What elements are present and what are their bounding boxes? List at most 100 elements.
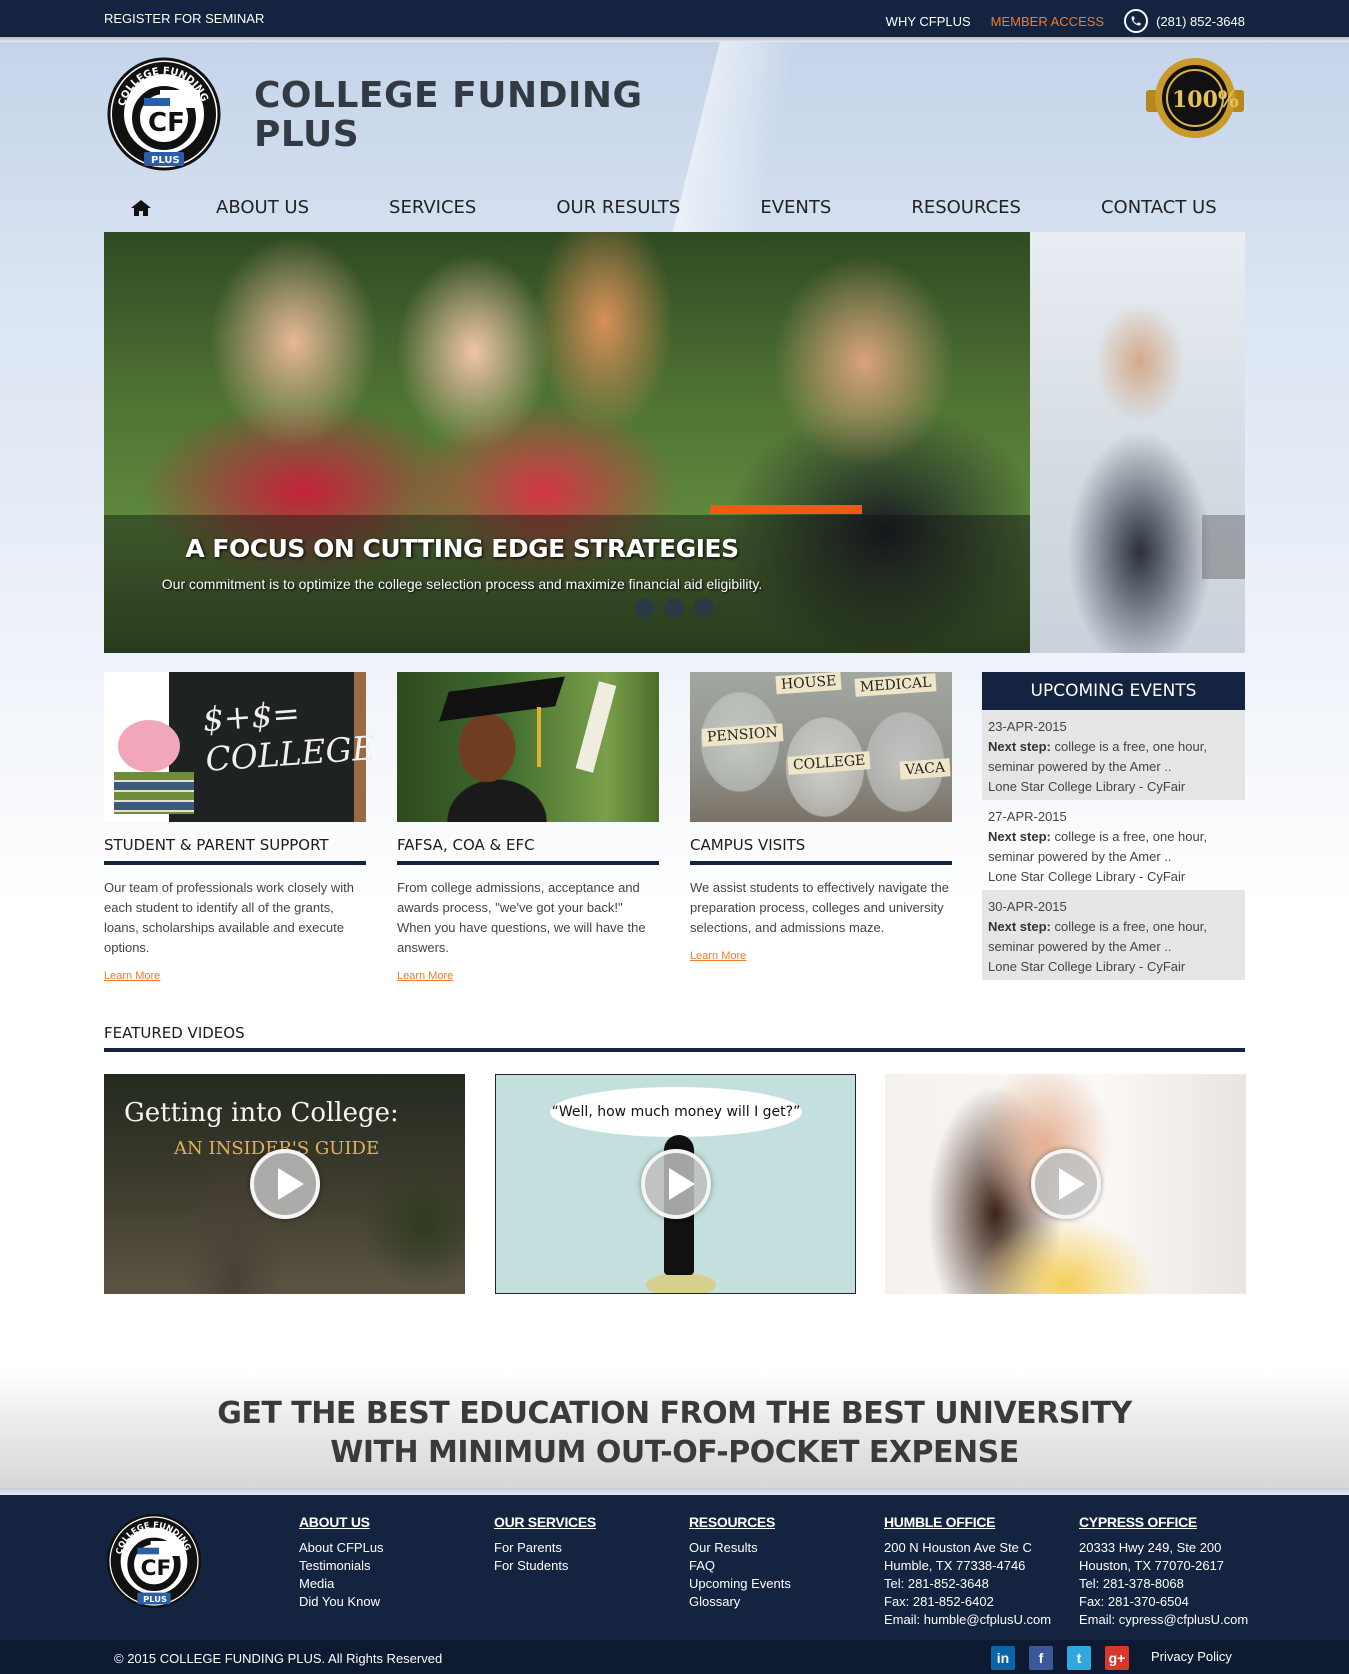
top-bar-right: WHY CFPLUS MEMBER ACCESS (281) 852-3648 <box>886 9 1245 33</box>
privacy-policy-link[interactable]: Privacy Policy <box>1151 1649 1232 1664</box>
site-logo[interactable]: COLLEGE FUNDING CF PLUS <box>104 56 224 172</box>
nav-contact-us[interactable]: CONTACT US <box>1101 197 1217 218</box>
svg-text:CF: CF <box>141 1556 172 1581</box>
piggy-bank-shape <box>118 720 180 772</box>
event-item[interactable]: 23-APR-2015 Next step: college is a free… <box>982 710 1245 800</box>
learn-more-link[interactable]: Learn More <box>397 970 659 982</box>
upcoming-events-panel: UPCOMING EVENTS 23-APR-2015 Next step: c… <box>982 672 1245 980</box>
footer-logo[interactable]: COLLEGE FUNDING CF PLUS <box>104 1512 204 1610</box>
nav-about-us[interactable]: ABOUT US <box>216 197 309 218</box>
office-address-line: 20333 Hwy 249, Ste 200 <box>1079 1540 1222 1555</box>
slider-dot-3[interactable] <box>694 598 714 618</box>
play-icon[interactable] <box>1030 1149 1101 1219</box>
facebook-icon[interactable]: f <box>1029 1646 1053 1670</box>
event-location: Lone Star College Library - CyFair <box>988 869 1186 884</box>
event-date: 23-APR-2015 <box>988 719 1067 734</box>
office-email[interactable]: Email: cypress@cfplusU.com <box>1079 1611 1248 1629</box>
phone-number: (281) 852-3648 <box>1156 13 1245 29</box>
event-item[interactable]: 27-APR-2015 Next step: college is a free… <box>982 800 1245 890</box>
footer-heading[interactable]: RESOURCES <box>689 1513 791 1531</box>
events-title: UPCOMING EVENTS <box>982 672 1245 710</box>
event-description: Next step: college is a free, one hour, … <box>988 737 1239 777</box>
slide-subtitle: Our commitment is to optimize the colleg… <box>161 576 763 592</box>
nav-services[interactable]: SERVICES <box>389 197 476 218</box>
linkedin-icon[interactable]: in <box>991 1646 1015 1670</box>
footer-link[interactable]: Media <box>299 1575 384 1593</box>
feature-title: STUDENT & PARENT SUPPORT <box>104 836 366 865</box>
google-plus-icon[interactable]: g+ <box>1105 1646 1129 1670</box>
satisfaction-seal: 100% <box>1146 56 1244 140</box>
video-title-line-1: Getting into College: <box>124 1098 399 1128</box>
slide-accent-bar <box>710 505 862 514</box>
learn-more-link[interactable]: Learn More <box>690 950 952 962</box>
feature-text: We assist students to effectively naviga… <box>690 880 949 935</box>
footer-bottom-bar: © 2015 COLLEGE FUNDING PLUS. All Rights … <box>0 1640 1349 1674</box>
event-item[interactable]: 30-APR-2015 Next step: college is a free… <box>982 890 1245 980</box>
footer-heading[interactable]: OUR SERVICES <box>494 1513 596 1531</box>
learn-more-link[interactable]: Learn More <box>104 970 366 982</box>
spotlight-floor <box>646 1273 716 1293</box>
footer-link[interactable]: For Parents <box>494 1539 596 1557</box>
why-cfplus-link[interactable]: WHY CFPLUS <box>886 14 971 29</box>
footer-link[interactable]: Upcoming Events <box>689 1575 791 1593</box>
office-email[interactable]: Email: humble@cfplusU.com <box>884 1611 1051 1629</box>
twitter-icon[interactable]: t <box>1067 1646 1091 1670</box>
footer-link[interactable]: Glossary <box>689 1593 791 1611</box>
footer-link[interactable]: Testimonials <box>299 1557 384 1575</box>
office-address-line: 200 N Houston Ave Ste C <box>884 1540 1032 1555</box>
slider-dots <box>634 598 714 618</box>
footer-link[interactable]: Did You Know <box>299 1593 384 1611</box>
event-lead: Next step: <box>988 919 1051 934</box>
event-date: 27-APR-2015 <box>988 809 1067 824</box>
social-links: in f t g+ <box>991 1646 1129 1670</box>
play-icon[interactable] <box>249 1149 320 1219</box>
footer: COLLEGE FUNDING CF PLUS ABOUT US About C… <box>0 1495 1349 1640</box>
office-address-line: Houston, TX 77070-2617 <box>1079 1558 1225 1573</box>
slider-next-arrow[interactable] <box>1202 515 1245 579</box>
footer-col-humble-office: HUMBLE OFFICE 200 N Houston Ave Ste C Hu… <box>884 1513 1051 1629</box>
play-icon[interactable] <box>640 1149 711 1219</box>
jar-label: VACA <box>899 758 951 780</box>
promo-banner: GET THE BEST EDUCATION FROM THE BEST UNI… <box>0 1372 1349 1492</box>
footer-heading[interactable]: ABOUT US <box>299 1513 384 1531</box>
tassel-shape <box>537 707 541 767</box>
hero-next-slide-preview[interactable] <box>1030 232 1245 653</box>
brand-title-line-1: COLLEGE FUNDING <box>254 75 643 116</box>
footer-link[interactable]: FAQ <box>689 1557 791 1575</box>
footer-heading[interactable]: CYPRESS OFFICE <box>1079 1513 1248 1531</box>
nav-resources[interactable]: RESOURCES <box>911 197 1021 218</box>
nav-events[interactable]: EVENTS <box>760 197 831 218</box>
feature-image-graduate <box>397 672 659 822</box>
footer-link[interactable]: About CFPLus <box>299 1539 384 1557</box>
video-student-testimonial[interactable] <box>885 1074 1246 1294</box>
register-seminar-link[interactable]: REGISTER FOR SEMINAR <box>104 11 264 26</box>
slider-dot-2[interactable] <box>664 598 684 618</box>
hero-slider[interactable]: A FOCUS ON CUTTING EDGE STRATEGIES Our c… <box>104 232 1245 653</box>
chalkboard-text: $+$= COLLEGE <box>201 693 378 779</box>
event-lead: Next step: <box>988 739 1051 754</box>
office-phone[interactable]: Tel: 281-378-8068 <box>1079 1575 1248 1593</box>
office-phone[interactable]: Tel: 281-852-3648 <box>884 1575 1051 1593</box>
video-how-much-money[interactable]: “Well, how much money will I get?” <box>495 1074 856 1294</box>
footer-col-resources: RESOURCES Our Results FAQ Upcoming Event… <box>689 1513 791 1611</box>
phone-contact[interactable]: (281) 852-3648 <box>1124 9 1245 33</box>
video-getting-into-college[interactable]: Getting into College: AN INSIDER'S GUIDE <box>104 1074 465 1294</box>
slider-dot-1[interactable] <box>634 598 654 618</box>
svg-text:CF: CF <box>148 108 185 138</box>
member-access-link[interactable]: MEMBER ACCESS <box>991 14 1104 29</box>
diploma-shape <box>575 681 617 773</box>
footer-heading[interactable]: HUMBLE OFFICE <box>884 1513 1051 1531</box>
home-icon[interactable] <box>130 199 166 217</box>
office-address-line: Humble, TX 77338-4746 <box>884 1558 1026 1573</box>
feature-image-jars: HOUSE MEDICAL PENSION COLLEGE VACA <box>690 671 952 822</box>
footer-link[interactable]: Our Results <box>689 1539 791 1557</box>
jar-label: HOUSE <box>775 671 842 695</box>
footer-link[interactable]: For Students <box>494 1557 596 1575</box>
svg-text:100%: 100% <box>1172 87 1239 113</box>
feature-image-piggy-bank: $+$= COLLEGE <box>104 672 377 822</box>
nav-our-results[interactable]: OUR RESULTS <box>556 197 680 218</box>
banner-line-1: GET THE BEST EDUCATION FROM THE BEST UNI… <box>217 1396 1132 1431</box>
event-date: 30-APR-2015 <box>988 899 1067 914</box>
event-description: Next step: college is a free, one hour, … <box>988 827 1239 867</box>
event-description: Next step: college is a free, one hour, … <box>988 917 1239 957</box>
